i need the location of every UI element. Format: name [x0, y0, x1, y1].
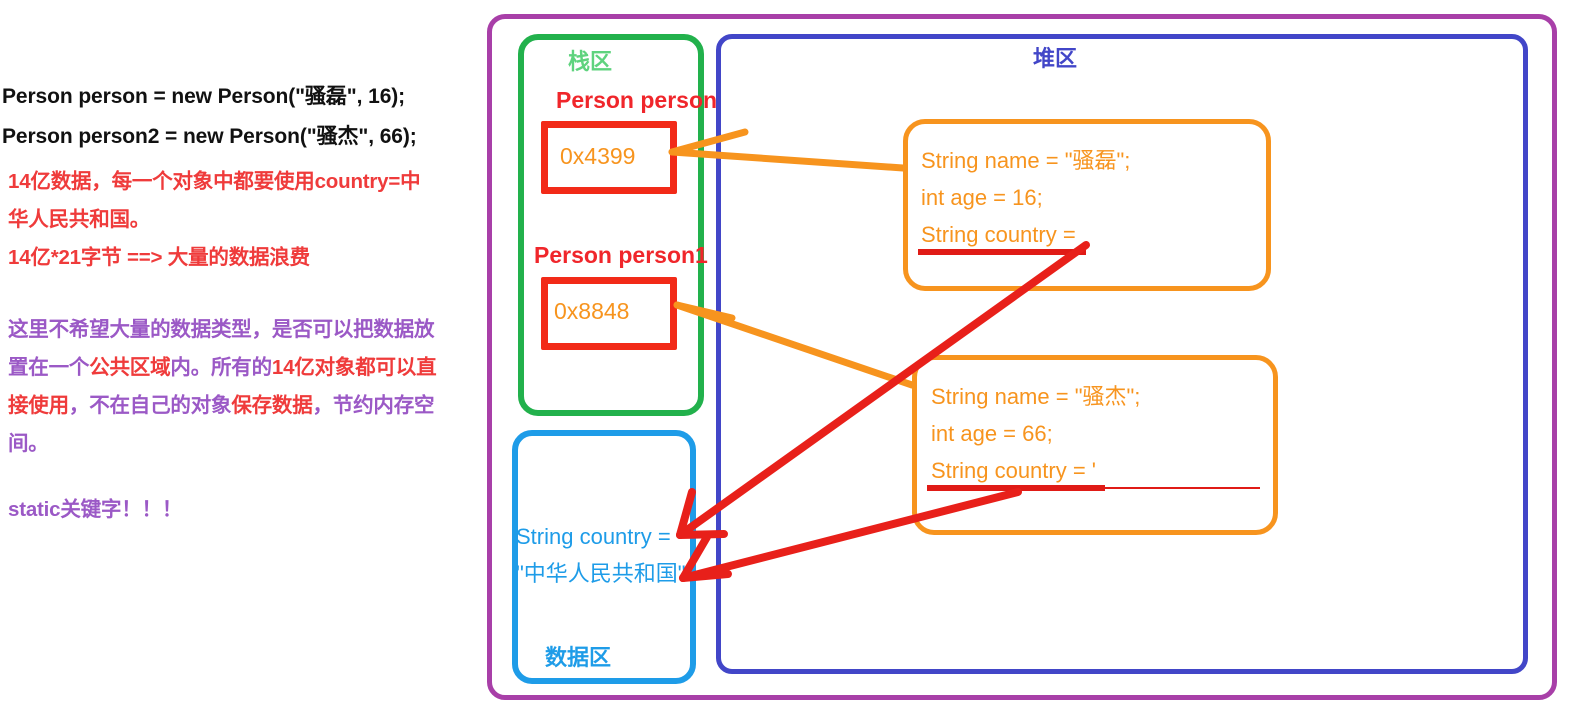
memory-model-diagram: 栈区 Person person 0x4399 Person person1 0… — [0, 0, 1569, 714]
data-region-line-2: "中华人民共和国" — [516, 561, 686, 586]
stack-region-label: 栈区 — [568, 49, 613, 74]
heap-object-2-underline — [927, 485, 1105, 491]
data-region-label: 数据区 — [545, 645, 612, 670]
heap-object-1-line-3: String country = — [921, 222, 1076, 247]
heap-object-1-line-2: int age = 16; — [921, 185, 1043, 210]
stack-slot-address-1: 0x4399 — [560, 143, 636, 169]
heap-object-2-underline-extension — [1105, 487, 1260, 489]
stack-var-name-2: Person person1 — [534, 242, 708, 268]
stack-var-name-1: Person person — [556, 87, 718, 113]
heap-object-2-line-1: String name = "骚杰"; — [931, 384, 1141, 409]
heap-object-1-line-1: String name = "骚磊"; — [921, 148, 1131, 173]
heap-object-2-line-2: int age = 66; — [931, 421, 1053, 446]
heap-object-1-underline — [918, 249, 1086, 255]
data-region-line-1: String country = — [516, 524, 671, 549]
heap-object-2-line-3: String country = ' — [931, 458, 1096, 483]
heap-region-label: 堆区 — [1033, 46, 1078, 71]
stack-slot-address-2: 0x8848 — [554, 298, 630, 324]
